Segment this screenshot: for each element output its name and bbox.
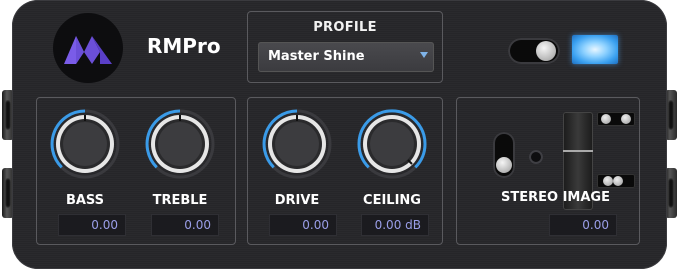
stereo-top-mini-dot-a: [601, 114, 611, 124]
power-toggle-knob: [536, 41, 556, 61]
app-title: RMPro: [147, 34, 221, 58]
power-led-indicator: [572, 35, 618, 64]
bass-knob[interactable]: [49, 108, 121, 180]
stereo-mode-switch-knob: [496, 157, 512, 173]
stereo-image-label: STEREO IMAGE: [501, 190, 610, 205]
treble-label: TREBLE: [152, 193, 208, 208]
ceiling-label: CEILING: [363, 193, 421, 208]
stereo-panel: STEREO IMAGE 0.00: [456, 97, 640, 245]
drive-knob[interactable]: [261, 108, 333, 180]
chevron-down-icon: [420, 52, 428, 58]
stereo-top-mini-switch[interactable]: [597, 112, 635, 126]
bass-value[interactable]: 0.00: [58, 214, 126, 236]
ceiling-knob[interactable]: [356, 108, 428, 180]
bass-label: BASS: [65, 193, 105, 208]
tone-panel: BASS TREBLE 0.00 0.00: [36, 97, 236, 245]
stereo-value[interactable]: 0.00: [549, 214, 617, 236]
profile-label: PROFILE: [313, 20, 377, 35]
dynamics-panel: DRIVE CEILING 0.00 0.00 dB: [247, 97, 443, 245]
brand-mark-icon: [64, 36, 112, 64]
drive-label: DRIVE: [274, 193, 320, 208]
brand-logo-icon: [53, 13, 123, 83]
stereo-indicator-button[interactable]: [529, 150, 543, 164]
profile-select-value: Master Shine: [268, 49, 365, 64]
treble-value[interactable]: 0.00: [151, 214, 219, 236]
stereo-bottom-mini-dot-b: [613, 176, 623, 186]
treble-knob[interactable]: [144, 108, 216, 180]
profile-select[interactable]: Master Shine: [258, 42, 434, 72]
stereo-bottom-mini-dot-a: [603, 176, 613, 186]
profile-section: PROFILE Master Shine: [247, 11, 443, 83]
drive-value[interactable]: 0.00: [269, 214, 337, 236]
stereo-bottom-mini-switch[interactable]: [597, 174, 635, 188]
ceiling-value[interactable]: 0.00 dB: [361, 214, 429, 236]
stereo-top-mini-dot-b: [621, 114, 631, 124]
power-toggle[interactable]: [508, 38, 560, 64]
stereo-mode-switch[interactable]: [493, 132, 515, 178]
